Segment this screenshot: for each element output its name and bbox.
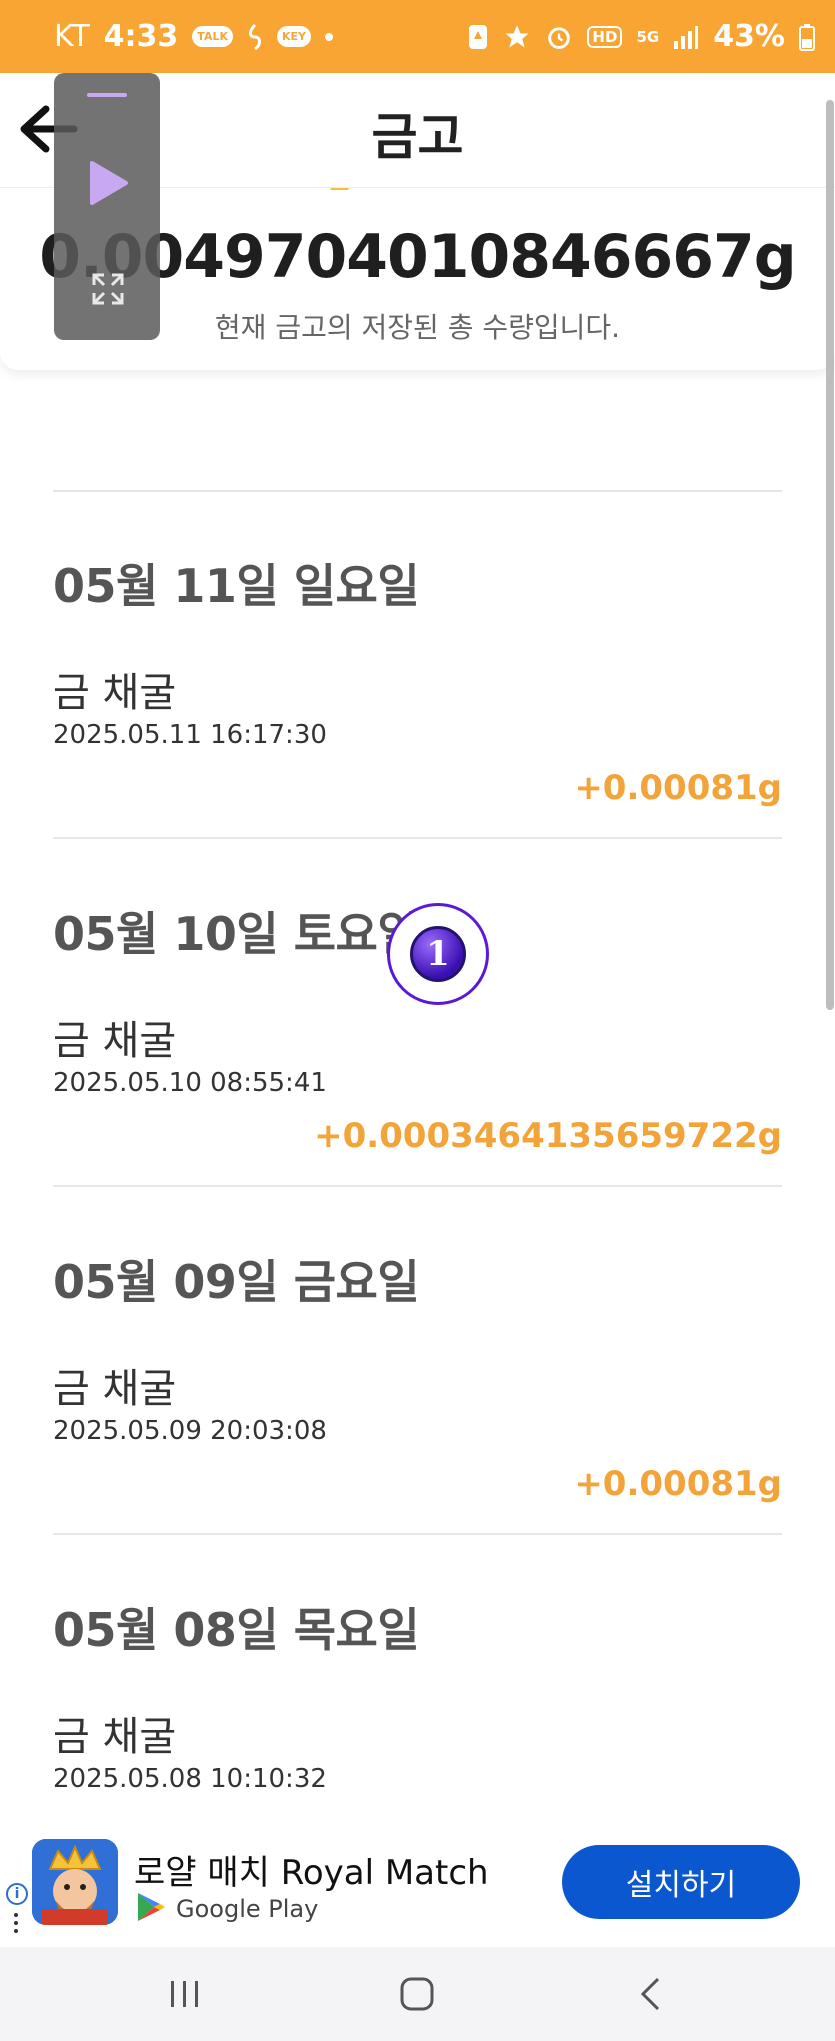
battery-percent: 43% [713, 19, 785, 54]
dollar-icon [247, 23, 263, 51]
history-item-title: 금 채굴 [53, 1366, 177, 1412]
day-date-heading: 05월 08일 목요일 [53, 1603, 420, 1657]
floating-player-widget[interactable] [54, 73, 160, 340]
notification-dot-icon [325, 32, 334, 41]
history-item-timestamp: 2025.05.09 20:03:08 [53, 1416, 327, 1446]
talk-icon: TALK [192, 26, 233, 47]
history-item-title: 금 채굴 [53, 1714, 177, 1760]
install-button[interactable]: 설치하기 [562, 1845, 800, 1919]
history-item-amount: +0.0003464135659722g [314, 1116, 782, 1156]
day-date-heading: 05월 11일 일요일 [53, 559, 420, 613]
ad-store-name: Google Play [176, 1895, 319, 1923]
history-item-amount-partial [402, 1800, 782, 1818]
history-item-amount: +0.00081g [574, 768, 782, 808]
alarm-icon [545, 23, 573, 51]
ad-banner[interactable]: i 로얄 매치 Royal Match Google Play 설치하기 [0, 1817, 835, 1947]
clock: 4:33 [103, 19, 179, 54]
carrier-label: KT [54, 19, 90, 54]
ad-app-icon[interactable] [32, 1839, 118, 1925]
history-item-amount: +0.00081g [574, 1464, 782, 1504]
gold-logo-icon [330, 188, 510, 190]
ad-menu-icon[interactable] [14, 1913, 18, 1935]
network-5g-icon: 5G [636, 27, 660, 46]
number-badge-icon: 1 [410, 926, 466, 982]
google-play-icon [136, 1891, 166, 1927]
battery-icon [799, 23, 815, 51]
key-icon: KEY [277, 26, 312, 47]
back-nav-icon[interactable] [615, 1947, 685, 2041]
floating-number-badge[interactable]: 1 [387, 903, 489, 1005]
ad-info-icon[interactable]: i [6, 1883, 28, 1905]
ad-store-row: Google Play [136, 1891, 318, 1927]
status-bar: KT 4:33 TALK KEY HD 5G 43% [0, 0, 835, 73]
list-divider [53, 1533, 782, 1535]
scrollbar[interactable] [826, 100, 834, 1010]
list-divider [53, 837, 782, 839]
history-item-timestamp: 2025.05.08 10:10:32 [53, 1764, 327, 1794]
list-divider [53, 1185, 782, 1187]
signal-icon [673, 25, 699, 49]
history-item-title: 금 채굴 [53, 1018, 177, 1064]
expand-icon[interactable] [90, 271, 126, 311]
recent-apps-icon[interactable] [150, 1947, 220, 2041]
hd-icon: HD [587, 25, 623, 48]
ad-app-name[interactable]: 로얄 매치 Royal Match [134, 1845, 489, 1894]
minimize-icon[interactable] [87, 93, 127, 97]
system-nav-bar [0, 1947, 835, 2041]
history-item-title: 금 채굴 [53, 670, 177, 716]
star-icon [503, 23, 531, 51]
play-icon[interactable] [86, 159, 130, 211]
list-divider [53, 490, 782, 492]
day-date-heading: 05월 09일 금요일 [53, 1255, 420, 1309]
app-notification-icon [467, 23, 489, 51]
home-icon[interactable] [382, 1947, 452, 2041]
history-item-timestamp: 2025.05.11 16:17:30 [53, 720, 327, 750]
day-date-heading: 05월 10일 토요일 [53, 907, 420, 961]
history-item-timestamp: 2025.05.10 08:55:41 [53, 1068, 327, 1098]
